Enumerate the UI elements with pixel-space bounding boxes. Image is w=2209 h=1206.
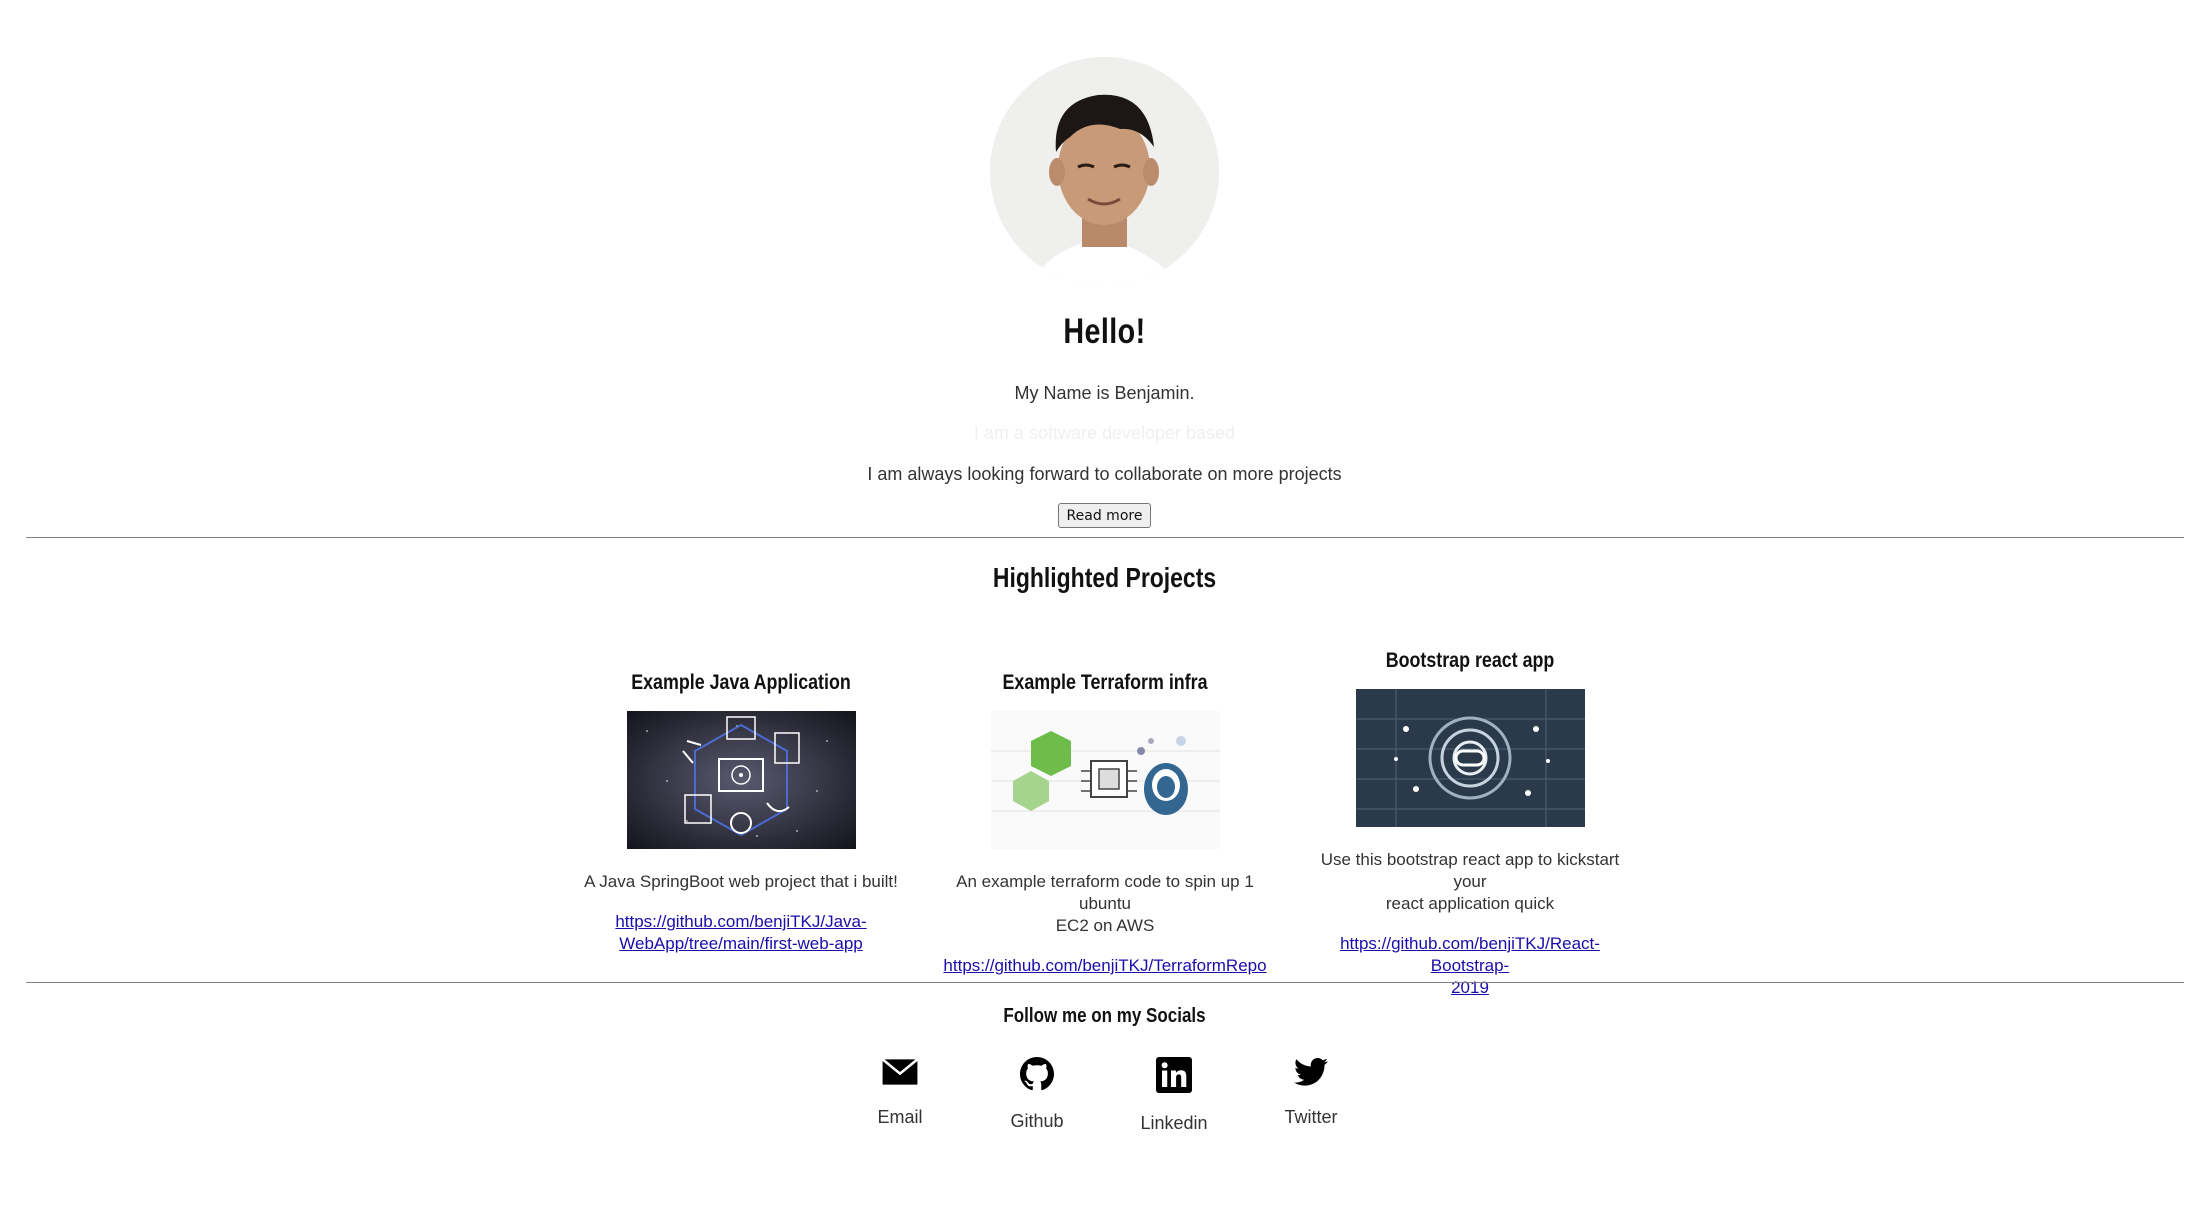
divider-bottom [26, 982, 2184, 983]
faded-text: I am a software developer based [973, 423, 1236, 443]
projects-heading: Highlighted Projects [992, 562, 1217, 593]
social-label: Linkedin [1140, 1113, 1208, 1133]
divider-top [26, 537, 2184, 538]
social-linkedin[interactable]: Linkedin [1124, 1057, 1224, 1134]
social-label: Twitter [1284, 1107, 1338, 1127]
social-label: Github [1010, 1111, 1064, 1131]
project-link-line1: https://github.com/benjiTKJ/React-Bootst… [1340, 934, 1600, 975]
project-description: An example terraform code to spin up 1 u… [940, 871, 1270, 937]
project-description-line1: An example terraform code to spin up 1 u… [956, 872, 1254, 913]
project-description-line2: EC2 on AWS [1055, 916, 1155, 935]
greeting-heading: Hello! [1063, 312, 1146, 351]
project-description-line2: react application quick [1385, 894, 1555, 913]
project-title: Example Terraform infra [1002, 671, 1208, 694]
collab-text: I am always looking forward to collabora… [867, 464, 1342, 484]
linkedin-icon [1124, 1057, 1224, 1093]
social-email[interactable]: Email [850, 1057, 950, 1128]
project-image-bootstrap[interactable] [1355, 689, 1585, 827]
project-card-terraform: Example Terraform infra An example terra… [940, 671, 1270, 977]
project-card-bootstrap: Bootstrap react app Use this bootstrap r… [1305, 649, 1635, 999]
socials-heading: Follow me on my Socials [1003, 1005, 1206, 1027]
project-link[interactable]: https://github.com/benjiTKJ/React-Bootst… [1305, 933, 1635, 999]
project-link-line2: 2019 [1451, 978, 1489, 997]
twitter-icon [1261, 1057, 1361, 1087]
project-description-line1: Use this bootstrap react app to kickstar… [1320, 850, 1620, 891]
project-title: Example Java Application [631, 671, 851, 694]
project-description: Use this bootstrap react app to kickstar… [1305, 849, 1635, 915]
social-twitter[interactable]: Twitter [1261, 1057, 1361, 1128]
mail-icon [850, 1057, 950, 1087]
project-card-java: Example Java Application A Java SpringBo… [576, 671, 906, 955]
social-label: Email [877, 1107, 923, 1127]
project-title: Bootstrap react app [1385, 649, 1555, 672]
github-icon [987, 1057, 1087, 1091]
project-link-line2: WebApp/tree/main/first-web-app [619, 934, 863, 953]
project-description: A Java SpringBoot web project that i bui… [584, 872, 898, 891]
project-link[interactable]: https://github.com/benjiTKJ/Java- WebApp… [576, 911, 906, 955]
profile-avatar [990, 57, 1219, 286]
intro-text: My Name is Benjamin. [1014, 383, 1195, 403]
project-link-line1: https://github.com/benjiTKJ/Java- [615, 912, 867, 931]
read-more-button[interactable]: Read more [1058, 503, 1151, 528]
social-github[interactable]: Github [987, 1057, 1087, 1132]
project-image-java[interactable] [626, 711, 856, 849]
project-image-terraform[interactable] [990, 711, 1220, 849]
project-link[interactable]: https://github.com/benjiTKJ/TerraformRep… [940, 955, 1270, 977]
